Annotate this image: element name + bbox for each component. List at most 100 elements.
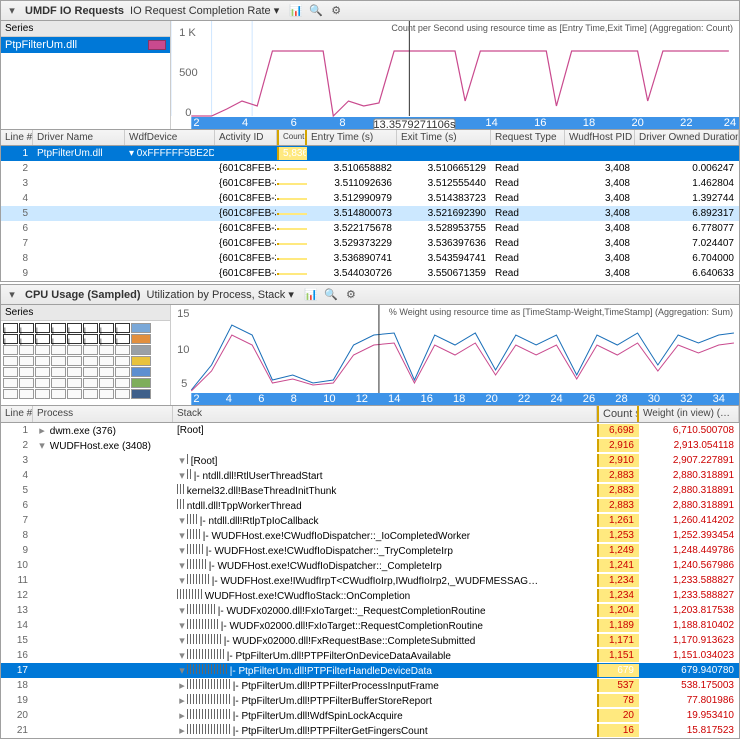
table-row[interactable]: 16▾ |- PtpFilterUm.dll!PTPFilterOnDevice… [1, 648, 739, 663]
series-toggle[interactable] [51, 356, 66, 366]
series-toggle[interactable]: | [35, 334, 50, 344]
chart-type-icon[interactable]: 📊 [304, 288, 318, 302]
series-toggle[interactable] [35, 345, 50, 355]
th-req[interactable]: Request Type [491, 130, 565, 145]
table-row[interactable]: 14▾ |- WUDFx02000.dll!FxIoTarget::Reques… [1, 618, 739, 633]
table-row[interactable]: 2▾ WUDFHost.exe (3408)2,9162,913.054118 [1, 438, 739, 453]
table-row[interactable]: 7▾ |- ntdll.dll!RtlpTpIoCallback1,2611,2… [1, 513, 739, 528]
table-row[interactable]: 19▸ |- PtpFilterUm.dll!PTPFilterBufferSt… [1, 693, 739, 708]
series-toggle[interactable]: | [3, 323, 18, 333]
table-row[interactable]: 5 kernel32.dll!BaseThreadInitThunk2,8832… [1, 483, 739, 498]
table-row[interactable]: 8{601C8FEB-3A8E-0…3.5368907413.543594741… [1, 251, 739, 266]
table-row[interactable]: 6 ntdll.dll!TppWorkerThread2,8832,880.31… [1, 498, 739, 513]
series-toggle[interactable] [83, 345, 98, 355]
expander-icon[interactable]: ▾ [177, 514, 187, 527]
series-toggle[interactable] [115, 367, 130, 377]
expander-icon[interactable]: ▸ [177, 709, 187, 722]
series-toggle[interactable] [99, 367, 114, 377]
th-count[interactable]: Count [277, 130, 307, 145]
expander-icon[interactable]: ▾ [177, 574, 187, 587]
series-toggle[interactable] [3, 345, 18, 355]
expander-icon[interactable]: ▾ [177, 649, 187, 662]
th-wdf[interactable]: WdfDevice [125, 130, 215, 145]
series-toggle[interactable]: | [19, 334, 34, 344]
gear-icon[interactable]: ⚙ [344, 288, 358, 302]
th-weight[interactable]: Weight (in view) (… [639, 406, 739, 422]
expander-icon[interactable]: ▾ [177, 454, 187, 467]
collapse-icon[interactable]: ▾ [5, 4, 19, 18]
series-toggle[interactable] [99, 389, 114, 399]
gear-icon[interactable]: ⚙ [329, 4, 343, 18]
table-row[interactable]: 9{601C8FEB-3A8E-0…3.5440307263.550671359… [1, 266, 739, 281]
expander-icon[interactable]: ▾ [177, 604, 187, 617]
expander-icon[interactable]: ▸ [177, 694, 187, 707]
series-toggle[interactable] [19, 389, 34, 399]
expander-icon[interactable]: ▾ [177, 634, 187, 647]
series-toggle[interactable]: | [99, 334, 114, 344]
panel2-chart[interactable]: % Weight using resource time as [TimeSta… [171, 305, 739, 405]
th-exit[interactable]: Exit Time (s) [397, 130, 491, 145]
series-toggle[interactable] [83, 389, 98, 399]
expander-icon[interactable]: ▸ [177, 724, 187, 737]
table-row[interactable]: 15▾ |- WUDFx02000.dll!FxRequestBase::Com… [1, 633, 739, 648]
series-toggle[interactable] [83, 378, 98, 388]
table-row[interactable]: 4▾ |- ntdll.dll!RtlUserThreadStart2,8832… [1, 468, 739, 483]
series-toggle[interactable] [115, 389, 130, 399]
series-toggle[interactable]: | [3, 334, 18, 344]
table-row[interactable]: 13▾ |- WUDFx02000.dll!FxIoTarget::_Reque… [1, 603, 739, 618]
table-row[interactable]: 2{601C8FEB-3A8E-0…3.5106588823.510665129… [1, 161, 739, 176]
series-toggle[interactable]: | [115, 323, 130, 333]
table-row[interactable]: 10▾ |- WUDFHost.exe!CWudfIoDispatcher::_… [1, 558, 739, 573]
series-toggle[interactable]: | [67, 323, 82, 333]
series-toggle[interactable] [51, 389, 66, 399]
table-row[interactable]: 6{601C8FEB-3A8E-0…3.5221756783.528953755… [1, 221, 739, 236]
expander-icon[interactable]: ▾ [37, 439, 47, 452]
th-driver[interactable]: Driver Name [33, 130, 125, 145]
th-stack[interactable]: Stack [173, 406, 597, 422]
series-toggle[interactable] [67, 389, 82, 399]
expander-icon[interactable]: ▾ [177, 469, 187, 482]
th-count[interactable]: Count Sum [597, 406, 639, 422]
th-line[interactable]: Line # [1, 406, 33, 422]
series-toggle[interactable] [35, 356, 50, 366]
expander-icon[interactable]: ▾ [177, 544, 187, 557]
table-row[interactable]: 18▸ |- PtpFilterUm.dll!PTPFilterProcessI… [1, 678, 739, 693]
series-toggle[interactable] [3, 389, 18, 399]
table-row[interactable]: 11▾ |- WUDFHost.exe!IWudfIrpT<CWudfIoIrp… [1, 573, 739, 588]
series-toggle[interactable] [115, 378, 130, 388]
series-toggle[interactable] [67, 367, 82, 377]
table-row[interactable]: 21▸ |- PtpFilterUm.dll!PTPFilterGetFinge… [1, 723, 739, 738]
series-toggle[interactable] [115, 356, 130, 366]
table-row[interactable]: 20▸ |- PtpFilterUm.dll!WdfSpinLockAcquir… [1, 708, 739, 723]
search-icon[interactable]: 🔍 [309, 4, 323, 18]
series-toggle[interactable] [83, 356, 98, 366]
panel1-chart[interactable]: Count per Second using resource time as … [171, 21, 739, 129]
series-toggle[interactable] [99, 356, 114, 366]
collapse-icon[interactable]: ▾ [5, 288, 19, 302]
expander-icon[interactable]: ▾ [177, 529, 187, 542]
series-toggle[interactable]: | [35, 323, 50, 333]
series-toggle[interactable] [83, 367, 98, 377]
series-toggle[interactable] [19, 367, 34, 377]
search-icon[interactable]: 🔍 [324, 288, 338, 302]
table-row[interactable]: 3{601C8FEB-3A8E-0…3.5110926363.512555440… [1, 176, 739, 191]
series-toggle[interactable]: | [83, 334, 98, 344]
expander-icon[interactable]: ▾ [177, 619, 187, 632]
series-item[interactable]: PtpFilterUm.dll [1, 37, 170, 53]
th-entry[interactable]: Entry Time (s) [307, 130, 397, 145]
series-toggle[interactable] [35, 378, 50, 388]
series-toggle[interactable]: | [51, 334, 66, 344]
series-toggle[interactable]: | [99, 323, 114, 333]
series-toggle[interactable]: | [67, 334, 82, 344]
series-toggle[interactable]: | [115, 334, 130, 344]
expander-icon[interactable]: ▾ [177, 664, 187, 677]
table-row[interactable]: 5{601C8FEB-3A8E-0…3.5148000733.521692390… [1, 206, 739, 221]
series-toggle[interactable] [19, 378, 34, 388]
series-toggle[interactable]: | [51, 323, 66, 333]
expander-icon[interactable]: ▾ [177, 559, 187, 572]
series-toggle[interactable] [35, 367, 50, 377]
series-toggle[interactable] [67, 378, 82, 388]
series-toggle[interactable] [19, 345, 34, 355]
series-toggle[interactable] [51, 378, 66, 388]
series-toggle[interactable]: | [19, 323, 34, 333]
